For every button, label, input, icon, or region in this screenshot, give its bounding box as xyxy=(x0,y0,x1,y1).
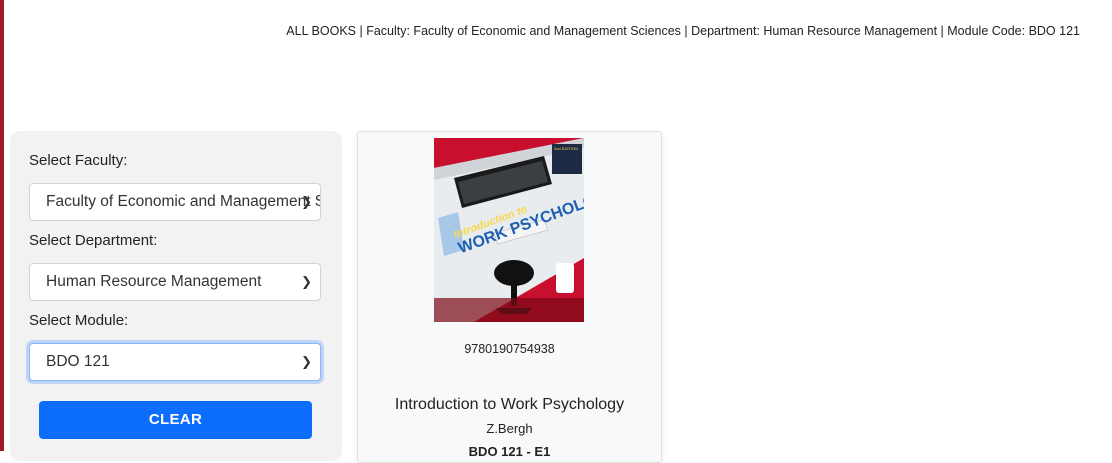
cover-edition: 2nd EDITION xyxy=(553,146,578,151)
faculty-select-value: Faculty of Economic and Management Scien… xyxy=(46,193,320,210)
left-accent-bar xyxy=(0,0,4,451)
faculty-select[interactable]: Faculty of Economic and Management Scien… xyxy=(29,183,321,221)
chevron-down-icon: ❯ xyxy=(301,194,312,209)
department-select[interactable]: Human Resource Management ❯ xyxy=(29,263,321,301)
book-isbn: 9780190754938 xyxy=(464,342,555,356)
book-module-code: BDO 121 - E1 xyxy=(468,444,551,459)
clear-button[interactable]: CLEAR xyxy=(39,401,312,439)
module-label: Select Module: xyxy=(29,312,129,329)
faculty-label: Select Faculty: xyxy=(29,152,128,169)
chevron-down-icon: ❯ xyxy=(301,354,312,369)
module-select-value: BDO 121 xyxy=(46,353,110,370)
module-select[interactable]: BDO 121 ❯ xyxy=(29,343,321,381)
book-title: Introduction to Work Psychology xyxy=(394,396,625,413)
book-card[interactable]: Introduction to WORK PSYCHOLOGY 2nd EDIT… xyxy=(357,131,662,463)
book-author: Z.Bergh xyxy=(486,421,533,436)
department-select-value: Human Resource Management xyxy=(46,273,262,290)
filter-panel: Select Faculty: Faculty of Economic and … xyxy=(10,131,342,461)
chevron-down-icon: ❯ xyxy=(301,274,312,289)
department-label: Select Department: xyxy=(29,232,158,249)
book-cover-image[interactable]: Introduction to WORK PSYCHOLOGY 2nd EDIT… xyxy=(434,138,584,322)
breadcrumb: ALL BOOKS | Faculty: Faculty of Economic… xyxy=(286,24,1080,38)
